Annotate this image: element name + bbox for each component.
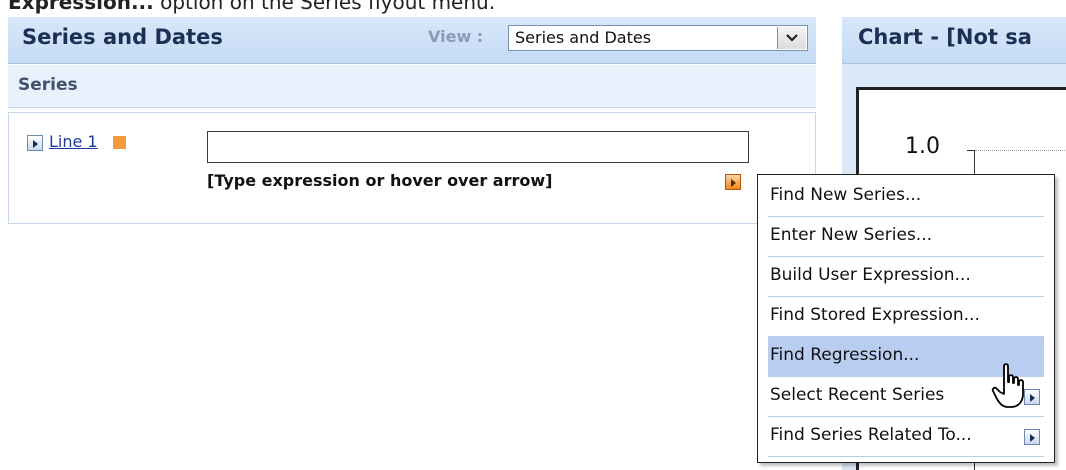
menu-item-label: Build User Expression... [770,265,971,285]
menu-item-label: Enter New Series... [770,225,933,245]
menu-item-label: Select Recent Series [770,385,945,405]
menu-item-label: Find Stored Expression... [770,305,980,325]
series-color-swatch[interactable] [113,136,126,149]
app-window: Expression... option on the Series flyou… [0,0,1066,470]
menu-item[interactable]: Find Series Related To... [768,417,1044,457]
chart-panel-title: Chart - [Not sa [858,25,1032,49]
orange-arrow-icon [731,179,736,187]
gridline [975,150,1066,151]
menu-item[interactable]: Enter New Series... [768,217,1044,257]
hand-pointer-icon [991,363,1024,408]
series-row: Line 1 [Type expression or hover over ar… [8,112,816,224]
menu-item[interactable]: Find New Series... [768,177,1044,217]
series-and-dates-panel: Series and Dates View : Series and Dates… [8,17,816,470]
menu-item-label: Find Regression... [770,345,920,365]
y-tick-label: 1.0 [905,134,940,159]
view-select-value: Series and Dates [515,28,652,47]
series-flyout-button[interactable] [725,174,741,190]
menu-item[interactable]: Build User Expression... [768,257,1044,297]
view-select[interactable]: Series and Dates [508,25,808,51]
series-name-link[interactable]: Line 1 [49,132,98,151]
expand-series-button[interactable] [27,135,43,151]
view-label: View : [428,27,484,46]
panel-header: Series and Dates View : Series and Dates [8,17,816,64]
dropdown-button[interactable] [777,27,806,49]
series-flyout-menu: Find New Series... Enter New Series... Bui… [757,174,1055,463]
chart-panel-header: Chart - [Not sa [842,17,1066,64]
top-caption: Expression... option on the Series flyou… [8,0,495,14]
triangle-right-icon [33,140,38,148]
menu-item-label: Find Series Related To... [770,425,972,445]
menu-item[interactable]: Find Stored Expression... [768,297,1044,337]
series-section-label: Series [18,75,78,95]
menu-item-label: Find New Series... [770,185,922,205]
expression-input[interactable] [207,131,749,163]
series-section-header: Series [8,65,816,108]
expression-hint: [Type expression or hover over arrow] [207,171,553,190]
caption-bold: Expression... [8,0,154,14]
submenu-arrow-icon[interactable] [1024,429,1040,445]
panel-title: Series and Dates [22,25,223,49]
chevron-down-icon [786,34,798,42]
caption-rest: option on the Series flyout menu. [153,0,496,14]
